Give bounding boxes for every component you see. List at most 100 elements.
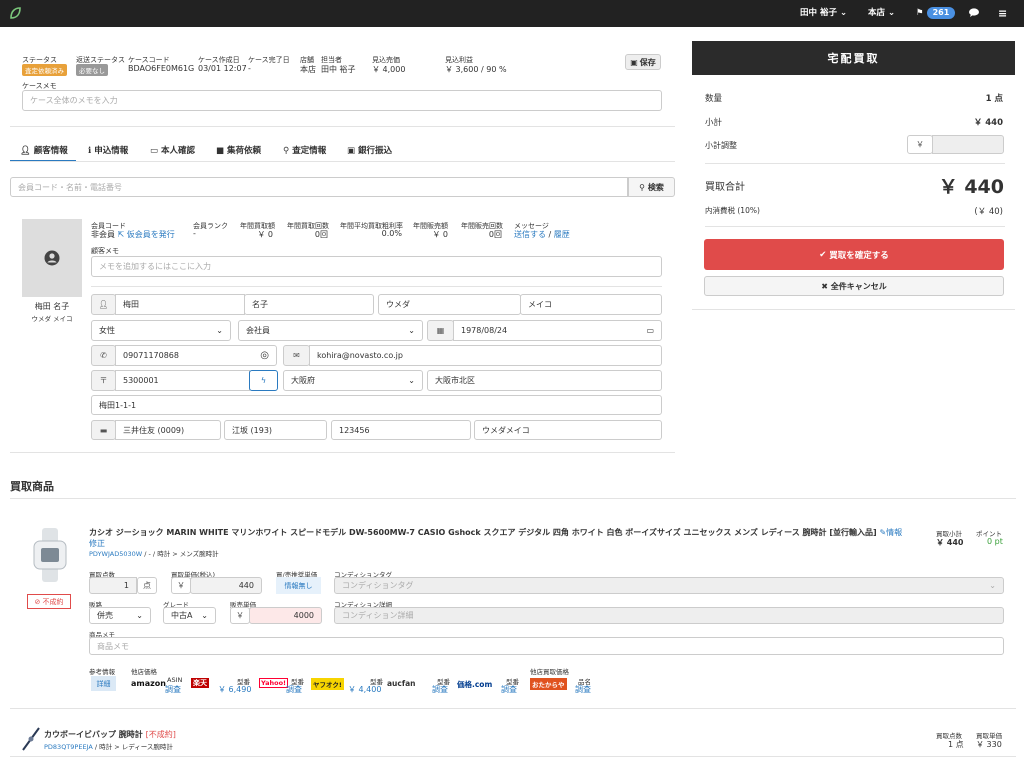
- yen-prefix: ￥: [171, 577, 191, 594]
- account-holder-input[interactable]: ウメダメイコ: [474, 420, 662, 440]
- kakaku-lookup-link[interactable]: 調査: [501, 684, 517, 695]
- send-message-link[interactable]: 送信する: [514, 230, 546, 239]
- case-field-value: -: [248, 64, 251, 73]
- last-kana-input[interactable]: ウメダ: [378, 294, 521, 315]
- user-icon: 👤︎: [91, 294, 116, 315]
- tab-customer[interactable]: 👤︎ 顧客情報: [20, 144, 68, 156]
- case-memo-input[interactable]: ケース全体のメモを入力: [22, 90, 662, 111]
- product-code-link[interactable]: PDYWJAD5030W: [89, 550, 142, 558]
- search-button[interactable]: ⚲ 検索: [628, 177, 675, 197]
- tab-pickup[interactable]: ■ 集荷依頼: [216, 144, 261, 156]
- aucfan-lookup-link[interactable]: 調査: [432, 684, 448, 695]
- unit-price-input[interactable]: 440: [190, 577, 262, 594]
- otakaraya-lookup-link[interactable]: 調査: [575, 684, 591, 695]
- edit-link[interactable]: 修正: [89, 539, 105, 548]
- product-code-path: PDYWJAD5030W / - / 時計 > メンズ腕時計: [89, 550, 219, 558]
- product-subtotal: ￥ 440: [936, 538, 964, 547]
- info-link[interactable]: ✎情報: [879, 528, 902, 537]
- app-logo-icon[interactable]: [9, 6, 22, 20]
- stat-value: -: [193, 229, 196, 238]
- panel-subtotal-row: 小計 ￥ 440: [705, 118, 1003, 128]
- tab-identity[interactable]: ▭ 本人確認: [150, 144, 195, 156]
- amazon-lookup-link[interactable]: 調査: [165, 684, 181, 695]
- confirm-purchase-button[interactable]: ✔ 買取を確定する: [704, 239, 1004, 270]
- product2-image: [20, 726, 42, 752]
- search-icon: ⚲: [283, 146, 290, 156]
- zip-input[interactable]: 5300001: [115, 370, 250, 391]
- phone-input[interactable]: 09071170868 ◎: [115, 345, 277, 366]
- birthday-input[interactable]: 1978/08/24 ▭: [453, 320, 662, 341]
- tabs-divider: [10, 161, 675, 162]
- email-input[interactable]: kohira@novasto.co.jp: [309, 345, 662, 366]
- postal-mark-icon: 〒: [91, 370, 116, 391]
- tab-appraisal[interactable]: ⚲ 査定情報: [283, 144, 326, 156]
- divider: [10, 708, 1016, 709]
- message-history-link[interactable]: 履歴: [554, 230, 570, 239]
- occupation-select[interactable]: 会社員 ⌄: [238, 320, 423, 341]
- yahoo-shopping-logo: Yahoo!: [259, 678, 289, 688]
- channel-select[interactable]: 併売 ⌄: [89, 607, 151, 624]
- check-icon: ✔: [819, 249, 827, 260]
- condition-detail-input[interactable]: コンディション詳細: [334, 607, 1004, 624]
- condition-tag-select[interactable]: コンディションタグ ⌄: [334, 577, 1004, 594]
- prefecture-select[interactable]: 大阪府 ⌄: [283, 370, 423, 391]
- hamburger-menu-icon[interactable]: ≡: [998, 0, 1007, 27]
- ref-detail-button[interactable]: 詳細: [91, 676, 116, 691]
- divider: [91, 286, 662, 287]
- gender-select[interactable]: 女性 ⌄: [91, 320, 231, 341]
- save-button[interactable]: ▣ 保存: [625, 54, 661, 70]
- product-memo-input[interactable]: 商品メモ: [89, 637, 1004, 655]
- stat-value: ￥ 0: [257, 230, 273, 239]
- flag-notifications[interactable]: ⚑ 261: [916, 0, 956, 27]
- panel-tax: (￥ 40): [974, 207, 1003, 217]
- store-menu[interactable]: 本店 ⌄: [868, 0, 895, 27]
- issue-temp-member-link[interactable]: ⇱ 仮会員を発行: [118, 230, 175, 239]
- product-title: カシオ ジーショック MARIN WHITE マリンホワイト スピードモデル D…: [89, 528, 903, 548]
- chevron-down-icon: ⌄: [408, 326, 415, 335]
- address-lookup-bolt-icon[interactable]: ϟ: [249, 370, 278, 391]
- not-contracted-badge: ⊘ 不成約: [27, 594, 71, 609]
- first-kana-input[interactable]: メイコ: [520, 294, 662, 315]
- divider: [705, 163, 1005, 164]
- yen-prefix: ￥: [230, 607, 250, 624]
- address-input[interactable]: 梅田1-1-1: [91, 395, 662, 415]
- tab-application[interactable]: ℹ 申込情報: [88, 144, 128, 156]
- customer-search-input[interactable]: 会員コード・名前・電話番号: [10, 177, 628, 197]
- case-status-badge: 必要なし: [76, 64, 108, 76]
- first-name-input[interactable]: 名子: [244, 294, 374, 315]
- member-code-value: 非会員 ⇱ 仮会員を発行: [91, 230, 175, 239]
- product2-status: [不成約]: [145, 730, 176, 739]
- last-name-input[interactable]: 梅田: [115, 294, 245, 315]
- sale-price-input[interactable]: 4000: [249, 607, 322, 624]
- user-name: 田中 裕子: [800, 8, 837, 18]
- case-field-value: 田中 裕子: [321, 65, 356, 74]
- account-number-input[interactable]: 123456: [331, 420, 471, 440]
- stat-value: ￥ 0: [432, 230, 448, 239]
- amazon-logo: amazon: [131, 679, 166, 688]
- yahoo-lookup-link[interactable]: 調査: [286, 684, 302, 695]
- id-card-icon: ▭: [150, 146, 159, 156]
- subtotal-adjust-input[interactable]: [932, 135, 1004, 154]
- product2-code-link[interactable]: PD83QT9PEEJA: [44, 743, 93, 751]
- qty-input[interactable]: 1: [89, 577, 137, 594]
- customer-kana: ウメダ メイコ: [31, 315, 73, 323]
- yahuoku-price[interactable]: ￥ 4,400: [348, 684, 381, 695]
- branch-input[interactable]: 江坂 (193): [224, 420, 327, 440]
- chat-icon[interactable]: [969, 0, 979, 27]
- rakuten-price[interactable]: ￥ 6,490: [218, 684, 251, 695]
- customer-memo-input[interactable]: メモを追加するにはここに入力: [91, 256, 662, 277]
- city-input[interactable]: 大阪市北区: [427, 370, 662, 391]
- divider: [10, 498, 1016, 499]
- panel-bottom-divider: [692, 309, 1015, 310]
- tab-bank-transfer[interactable]: ▣ 銀行振込: [347, 144, 392, 156]
- product2-price: ￥ 330: [976, 740, 1002, 749]
- bank-input[interactable]: 三井住友 (0009): [115, 420, 221, 440]
- user-menu[interactable]: 田中 裕子 ⌄: [800, 0, 847, 27]
- support-lifebuoy-icon[interactable]: ◎: [260, 350, 269, 361]
- chevron-down-icon: ⌄: [408, 376, 415, 385]
- cancel-all-button[interactable]: ✖ 全件キャンセル: [704, 276, 1004, 296]
- chevron-down-icon: ⌄: [989, 581, 996, 590]
- case-field-value: BDAO6FE0M61G: [128, 64, 195, 73]
- panel-tax-row: 内消費税 (10%) (￥ 40): [705, 206, 1003, 217]
- grade-select[interactable]: 中古A ⌄: [163, 607, 216, 624]
